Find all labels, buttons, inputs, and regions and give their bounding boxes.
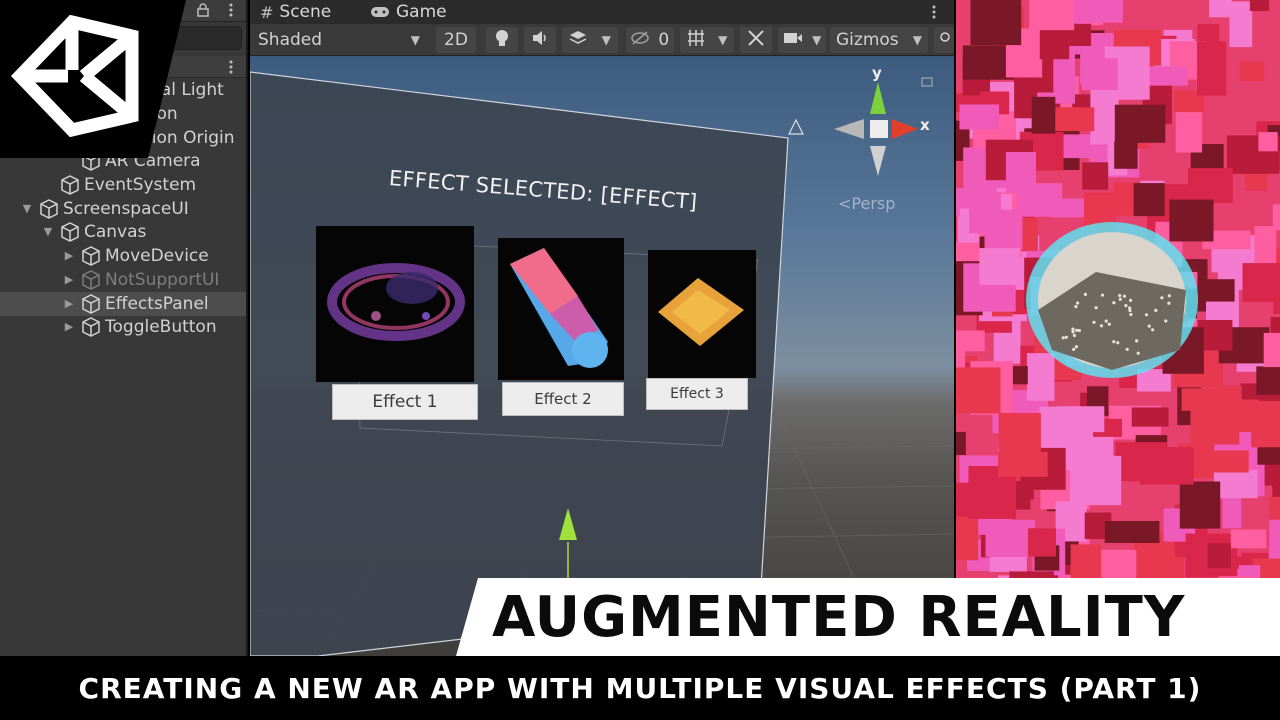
hierarchy-item-label: EffectsPanel bbox=[105, 294, 209, 314]
shading-mode-label: Shaded bbox=[258, 30, 323, 50]
hidden-count: 0 bbox=[658, 30, 670, 50]
panel-tab-bar: # Scene Game bbox=[250, 0, 954, 24]
gameobject-cube-icon bbox=[81, 246, 101, 266]
chevron-down-icon: ▼ bbox=[812, 33, 822, 47]
gameobject-cube-icon bbox=[81, 317, 101, 337]
gameobject-cube-icon bbox=[60, 222, 80, 242]
effect-card-3[interactable]: Effect 3 bbox=[646, 250, 758, 416]
tab-scene-label: Scene bbox=[279, 2, 332, 22]
lightbulb-icon bbox=[495, 29, 509, 52]
hierarchy-item-label: Canvas bbox=[84, 222, 147, 242]
hierarchy-item[interactable]: ▶ NotSupportUI bbox=[0, 268, 246, 292]
lighting-toggle-button[interactable] bbox=[486, 27, 518, 53]
effect-card-2[interactable]: Effect 2 bbox=[496, 238, 626, 418]
ar-portal-effect bbox=[956, 0, 1280, 578]
expand-arrow-down-icon[interactable]: ▼ bbox=[21, 203, 33, 215]
effects-dropdown[interactable]: ▼ bbox=[562, 27, 618, 53]
search-scene-button[interactable] bbox=[934, 27, 954, 53]
gameobject-cube-icon bbox=[81, 294, 101, 314]
hierarchy-item[interactable]: ▶ MoveDevice bbox=[0, 244, 246, 268]
expand-arrow-right-icon[interactable]: ▶ bbox=[63, 250, 75, 262]
gamepad-icon bbox=[370, 3, 390, 22]
hierarchy-item[interactable]: ▼ ScreenspaceUI bbox=[0, 197, 246, 221]
effect-1-thumbnail bbox=[316, 226, 474, 382]
tools-icon bbox=[747, 29, 765, 52]
effect-2-button[interactable]: Effect 2 bbox=[502, 382, 624, 416]
game-view-preview bbox=[956, 0, 1280, 578]
scene-toolbar: Shaded ▼ 2D ▼ 0 ▼ ▼ Gizmos ▼ bbox=[250, 24, 954, 56]
gizmo-y-label: y bbox=[872, 64, 882, 82]
2d-toggle-button[interactable]: 2D bbox=[436, 27, 476, 53]
effect-3-thumbnail bbox=[648, 250, 756, 378]
audio-toggle-button[interactable] bbox=[524, 27, 556, 53]
expand-arrow-right-icon[interactable]: ▶ bbox=[63, 274, 75, 286]
scene-viewport[interactable]: y x <Persp EFFECT SELECTED: [EFFECT] Eff… bbox=[250, 56, 954, 656]
effect-2-thumbnail bbox=[498, 238, 624, 380]
no-arrow-spacer bbox=[42, 179, 54, 191]
kebab-menu-icon[interactable] bbox=[226, 2, 236, 18]
hierarchy-item[interactable]: ▶ ToggleButton bbox=[0, 315, 246, 339]
expand-arrow-down-icon[interactable]: ▼ bbox=[42, 226, 54, 238]
canvas-rect-handle bbox=[788, 118, 804, 135]
tab-menu-icon[interactable] bbox=[930, 3, 938, 21]
gameobject-cube-icon bbox=[60, 175, 80, 195]
speaker-icon bbox=[531, 30, 549, 51]
expand-arrow-right-icon[interactable]: ▶ bbox=[63, 321, 75, 333]
layers-icon bbox=[569, 30, 587, 51]
search-icon bbox=[938, 30, 950, 50]
tab-game-label: Game bbox=[396, 2, 447, 22]
effect-3-button[interactable]: Effect 3 bbox=[646, 378, 748, 410]
lock-icon[interactable] bbox=[196, 2, 210, 17]
camera-settings-dropdown[interactable]: ▼ bbox=[778, 27, 826, 53]
tab-scene[interactable]: # Scene bbox=[260, 0, 331, 24]
chevron-down-icon: ▼ bbox=[410, 33, 420, 47]
orientation-gizmo bbox=[834, 82, 918, 176]
title-banner: AUGMENTED REALITY bbox=[456, 578, 1280, 656]
hierarchy-item-label: NotSupportUI bbox=[105, 270, 220, 290]
effect-2-label: Effect 2 bbox=[534, 390, 592, 408]
unity-logo bbox=[0, 0, 186, 158]
scene-panel: # Scene Game Shaded ▼ 2D ▼ 0 ▼ ▼ Gizmos … bbox=[250, 0, 954, 656]
hierarchy-item-label: ToggleButton bbox=[105, 317, 217, 337]
shading-mode-dropdown[interactable]: Shaded ▼ bbox=[250, 27, 428, 53]
2d-label: 2D bbox=[444, 30, 468, 50]
perspective-toggle[interactable]: <Persp bbox=[838, 194, 895, 213]
chevron-down-icon: ▼ bbox=[912, 33, 922, 47]
scene-menu-icon[interactable] bbox=[226, 58, 236, 76]
effect-1-label: Effect 1 bbox=[372, 392, 438, 412]
hierarchy-item[interactable]: EventSystem bbox=[0, 173, 246, 197]
chevron-down-icon: ▼ bbox=[718, 33, 728, 47]
subtitle-banner: CREATING A NEW AR APP WITH MULTIPLE VISU… bbox=[0, 656, 1280, 720]
video-subtitle: CREATING A NEW AR APP WITH MULTIPLE VISU… bbox=[78, 671, 1202, 705]
expand-arrow-right-icon[interactable]: ▶ bbox=[63, 298, 75, 310]
grid-icon: # bbox=[260, 2, 274, 22]
hierarchy-item-label: EventSystem bbox=[84, 175, 197, 195]
hierarchy-item[interactable]: ▶ EffectsPanel bbox=[0, 292, 246, 316]
grid-snapping-dropdown[interactable]: ▼ bbox=[680, 27, 734, 53]
hierarchy-item[interactable]: ▼ Canvas bbox=[0, 220, 246, 244]
gizmos-dropdown[interactable]: Gizmos ▼ bbox=[830, 27, 928, 53]
gizmos-label: Gizmos bbox=[836, 30, 899, 50]
tab-game[interactable]: Game bbox=[370, 0, 447, 24]
effect-1-button[interactable]: Effect 1 bbox=[332, 384, 478, 420]
hierarchy-item-label: ScreenspaceUI bbox=[63, 199, 189, 219]
grid-snap-icon bbox=[687, 29, 705, 52]
gameobject-cube-icon bbox=[81, 270, 101, 290]
chevron-down-icon: ▼ bbox=[601, 33, 611, 47]
gameobject-cube-icon bbox=[39, 199, 59, 219]
camera-icon bbox=[783, 30, 803, 50]
tools-button[interactable] bbox=[740, 27, 772, 53]
effect-3-label: Effect 3 bbox=[670, 386, 724, 402]
hidden-objects-toggle[interactable]: 0 bbox=[626, 27, 674, 53]
hierarchy-item-label: MoveDevice bbox=[105, 246, 209, 266]
eye-slash-icon bbox=[631, 30, 649, 50]
effect-card-1[interactable]: Effect 1 bbox=[314, 226, 478, 426]
video-title: AUGMENTED REALITY bbox=[492, 584, 1186, 650]
gizmo-x-label: x bbox=[920, 116, 930, 134]
